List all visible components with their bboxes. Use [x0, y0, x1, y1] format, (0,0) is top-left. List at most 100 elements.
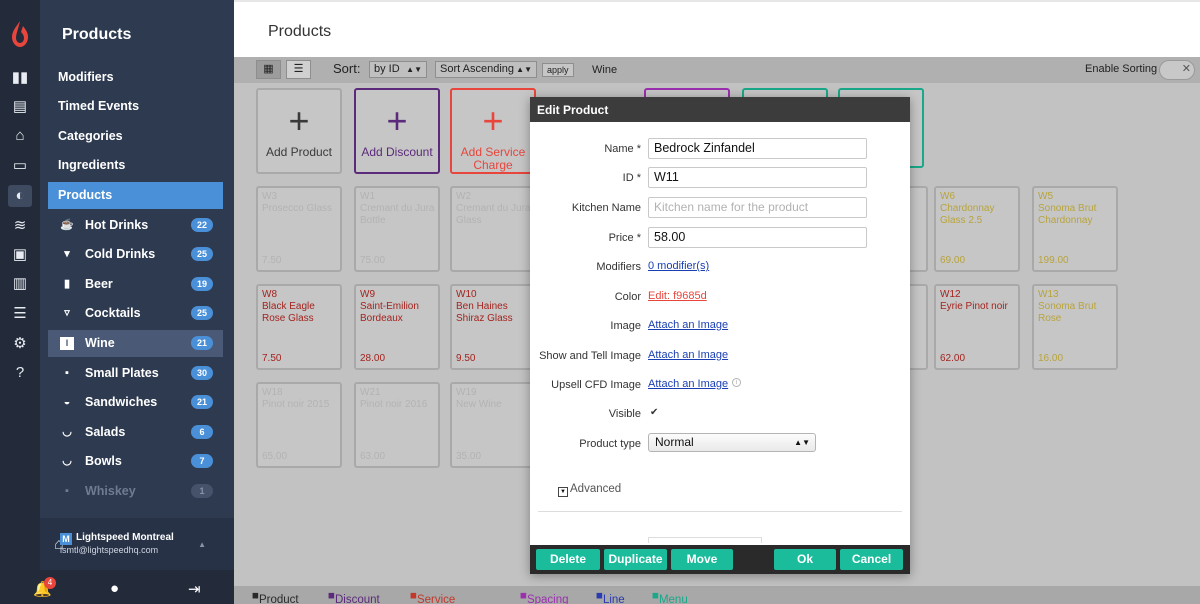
info-icon[interactable]: i — [732, 378, 741, 387]
tile-id: W3 — [262, 191, 277, 202]
category-label: Sandwiches — [85, 395, 158, 409]
category-whiskey[interactable]: ▪ Whiskey 1 — [48, 478, 223, 505]
tile-name: Saint-Emilion Bordeaux — [360, 301, 419, 324]
add-service-charge-tile[interactable]: + Add Service Charge — [450, 88, 536, 174]
id-card-icon[interactable]: ▭ — [8, 155, 32, 177]
category-bowls[interactable]: ◡ Bowls 7 — [48, 448, 223, 475]
receipt-icon[interactable]: ☰ — [8, 303, 32, 325]
tile-price: 199.00 — [1038, 255, 1069, 266]
bottom-bar: 🔔 4 ● ⇥ — [0, 570, 234, 604]
cancel-button[interactable]: Cancel — [840, 549, 903, 570]
add-product-tile[interactable]: + Add Product — [256, 88, 342, 174]
product-tile[interactable]: W8 Black Eagle Rose Glass 7.50 — [256, 284, 342, 370]
product-tile[interactable]: W10 Ben Haines Shiraz Glass 9.50 — [450, 284, 536, 370]
product-tile[interactable]: W5 Sonoma Brut Chardonnay 199.00 — [1032, 186, 1118, 272]
id-input[interactable]: W11 — [648, 167, 867, 188]
tile-id: W12 — [940, 289, 961, 300]
ok-button[interactable]: Ok — [774, 549, 836, 570]
count-badge: 21 — [191, 336, 213, 350]
category-cocktails[interactable]: ▿ Cocktails 25 — [48, 300, 223, 327]
name-input[interactable]: Bedrock Zinfandel — [648, 138, 867, 159]
legend-service-charge: ■ Service Charge — [410, 590, 455, 604]
product-tile[interactable]: W18 Pinot noir 2015 65.00 — [256, 382, 342, 468]
attach-show-and-tell-link[interactable]: Attach an Image — [648, 349, 728, 361]
enable-sorting-toggle[interactable]: ✕ — [1159, 60, 1195, 80]
product-tile[interactable]: W9 Saint-Emilion Bordeaux 28.00 — [354, 284, 440, 370]
tile-price: 62.00 — [940, 353, 966, 364]
category-wine[interactable]: I Wine 21 — [48, 330, 223, 357]
product-type-select[interactable]: Normal ▲▼ — [648, 433, 816, 452]
sidebar-item-categories[interactable]: Categories — [48, 123, 223, 150]
add-product-label: Add Product — [265, 145, 333, 159]
sidebar-item-products[interactable]: Products — [48, 182, 223, 209]
sidebar-item-ingredients[interactable]: Ingredients — [48, 152, 223, 179]
products-icon[interactable]: ◐ — [8, 185, 32, 207]
color-edit-link[interactable]: Edit: f9685d — [648, 290, 707, 302]
current-category: Wine — [592, 64, 618, 76]
visible-checkbox[interactable]: ✔ — [650, 407, 662, 419]
store-icon[interactable]: ⌂ — [8, 125, 32, 147]
sort-by-select[interactable]: by ID ▲▼ — [369, 61, 427, 78]
list-view-icon[interactable]: ☰ — [286, 60, 311, 79]
product-tile[interactable]: W19 New Wine 35.00 — [450, 382, 536, 468]
help-icon[interactable]: ? — [8, 362, 32, 384]
duplicate-button[interactable]: Duplicate — [604, 549, 667, 570]
product-tile[interactable]: W6 Chardonnay Glass 2.5 69.00 — [934, 186, 1020, 272]
advanced-toggle[interactable]: ▼ Advanced — [558, 483, 621, 497]
glass-icon: ▪ — [65, 485, 69, 497]
attach-upsell-link[interactable]: Attach an Image — [648, 378, 728, 390]
add-discount-tile[interactable]: + Add Discount — [354, 88, 440, 174]
apply-button[interactable]: apply — [542, 63, 574, 77]
modifiers-link[interactable]: 0 modifier(s) — [648, 260, 709, 272]
account-email: lsmtl@lightspeedhq.com — [60, 545, 159, 555]
tile-id: W9 — [360, 289, 375, 300]
legend-label: Service Charge — [416, 594, 456, 604]
lightspeed-logo-icon[interactable] — [9, 20, 31, 48]
category-hot-drinks[interactable]: ☕ Hot Drinks 22 — [48, 212, 223, 239]
product-tile[interactable]: W1 Cremant du Jura Bottle 75.00 — [354, 186, 440, 272]
add-service-charge-label: Add Service Charge — [460, 145, 526, 172]
price-input[interactable]: 58.00 — [648, 227, 867, 248]
account-switcher[interactable]: ⌂ M Lightspeed Montreal lsmtl@lightspeed… — [40, 518, 234, 570]
product-tile[interactable]: W2 Cremant du Jura Glass — [450, 186, 536, 272]
logout-icon[interactable]: ⇥ — [188, 580, 201, 598]
tile-name: Cremant du Jura Glass — [456, 203, 531, 226]
product-tile[interactable]: W21 Pinot noir 2016 63.00 — [354, 382, 440, 468]
icon-rail: ▮▮ ▤ ⌂ ▭ ◐ ≋ ▣ ▥ ☰ ⚙ ? — [0, 0, 40, 604]
delete-button[interactable]: Delete — [536, 549, 600, 570]
attach-image-link[interactable]: Attach an Image — [648, 319, 728, 331]
tile-price: 63.00 — [360, 451, 386, 462]
layers-icon[interactable]: ≋ — [8, 215, 32, 237]
close-icon: ✕ — [1181, 63, 1191, 75]
show-and-tell-row: Show and Tell Image Attach an Image — [530, 345, 910, 367]
gear-icon[interactable]: ⚙ — [8, 333, 32, 355]
product-tile[interactable]: W3 Prosecco Glass 7.50 — [256, 186, 342, 272]
kitchen-name-label: Kitchen Name — [571, 202, 641, 214]
category-label: Bowls — [85, 454, 122, 468]
category-sandwiches[interactable]: ◒ Sandwiches 21 — [48, 389, 223, 416]
count-badge: 7 — [191, 454, 213, 468]
tile-type-legend: ■ Product ■ Discount ■ Service Charge ■ … — [234, 586, 1200, 604]
clipboard-icon[interactable]: ▤ — [8, 96, 32, 118]
legend-label: Spacing — [526, 594, 569, 604]
kitchen-name-input[interactable]: Kitchen name for the product — [648, 197, 867, 218]
sidebar-item-timed-events[interactable]: Timed Events — [48, 93, 223, 120]
category-beer[interactable]: ▮ Beer 19 — [48, 271, 223, 298]
sandwich-icon: ◒ — [63, 396, 71, 408]
grid-view-icon[interactable]: ▦ — [256, 60, 281, 79]
product-tile[interactable]: W12 Eyrie Pinot noir 62.00 — [934, 284, 1020, 370]
sidebar-item-modifiers[interactable]: Modifiers — [48, 64, 223, 91]
devices-icon[interactable]: ▣ — [8, 244, 32, 266]
reports-icon[interactable]: ▮▮ — [8, 67, 32, 89]
category-cold-drinks[interactable]: ▾ Cold Drinks 25 — [48, 241, 223, 268]
move-button[interactable]: Move — [671, 549, 733, 570]
product-tile[interactable]: W13 Sonoma Brut Rose 16.00 — [1032, 284, 1118, 370]
sort-order-select[interactable]: Sort Ascending ▲▼ — [435, 61, 537, 78]
category-salads[interactable]: ◡ Salads 6 — [48, 419, 223, 446]
printer-icon[interactable]: ▥ — [8, 273, 32, 295]
product-type-label: Product type — [579, 438, 641, 450]
bowl-icon: ◡ — [62, 426, 72, 438]
tile-id: W6 — [940, 191, 955, 202]
category-small-plates[interactable]: ▪ Small Plates 30 — [48, 360, 223, 387]
user-icon[interactable]: ● — [110, 580, 119, 597]
